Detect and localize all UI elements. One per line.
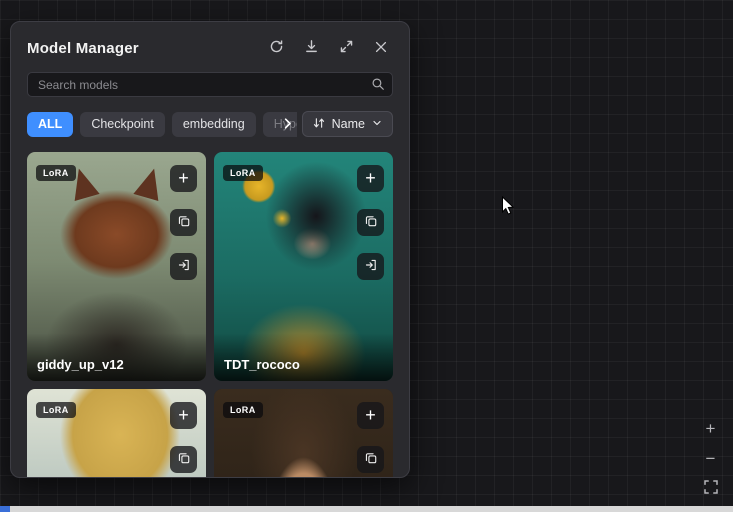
model-grid: LoRA + giddy_up_v12 LoRA + (27, 152, 393, 478)
download-button[interactable] (299, 36, 323, 60)
filter-chip-all[interactable]: ALL (27, 112, 73, 137)
filter-chip-checkpoint[interactable]: Checkpoint (80, 112, 165, 137)
filter-chip-embedding[interactable]: embedding (172, 112, 256, 137)
fit-view-button[interactable] (700, 478, 721, 499)
sort-icon (312, 116, 326, 133)
model-type-badge: LoRA (36, 402, 76, 418)
load-icon (177, 258, 191, 275)
load-icon (364, 258, 378, 275)
sort-dropdown[interactable]: Name (302, 111, 393, 137)
expand-icon (339, 39, 354, 57)
panel-header-actions (264, 36, 393, 60)
panel-header: Model Manager (11, 22, 409, 71)
chevron-down-icon (371, 117, 383, 132)
copy-model-button[interactable] (357, 446, 384, 473)
load-model-button[interactable] (357, 253, 384, 280)
copy-model-button[interactable] (357, 209, 384, 236)
copy-icon (177, 214, 191, 231)
model-type-badge: LoRA (36, 165, 76, 181)
filter-chips: ALL Checkpoint embedding Hype (27, 112, 297, 137)
fit-view-icon (703, 479, 719, 498)
add-model-button[interactable]: + (357, 165, 384, 192)
copy-model-button[interactable] (170, 209, 197, 236)
copy-icon (364, 451, 378, 468)
filter-row: ALL Checkpoint embedding Hype Name (27, 111, 393, 137)
app-canvas[interactable]: Model Manager ALL (0, 0, 733, 512)
mouse-cursor (501, 196, 515, 221)
bottom-edge-strip (0, 506, 733, 512)
chevron-right-icon[interactable] (280, 116, 295, 136)
panel-title: Model Manager (27, 40, 139, 57)
close-button[interactable] (369, 36, 393, 60)
zoom-in-button[interactable]: + (700, 418, 721, 439)
canvas-controls: + − (700, 418, 721, 499)
zoom-out-button[interactable]: − (700, 448, 721, 469)
load-model-button[interactable] (170, 253, 197, 280)
sort-label: Name (332, 117, 365, 131)
download-icon (304, 39, 319, 57)
model-card-row2-left[interactable]: LoRA + (27, 389, 206, 478)
model-card-row2-right[interactable]: LoRA + (214, 389, 393, 478)
expand-button[interactable] (334, 36, 358, 60)
close-icon (374, 40, 388, 57)
search-bar (27, 72, 393, 97)
model-type-badge: LoRA (223, 165, 263, 181)
copy-icon (177, 451, 191, 468)
bottom-edge-accent (0, 506, 10, 512)
copy-icon (364, 214, 378, 231)
add-model-button[interactable]: + (357, 402, 384, 429)
copy-model-button[interactable] (170, 446, 197, 473)
refresh-icon (269, 39, 284, 57)
add-model-button[interactable]: + (170, 165, 197, 192)
model-name: TDT_rococo (214, 333, 393, 381)
add-model-button[interactable]: + (170, 402, 197, 429)
model-name: giddy_up_v12 (27, 333, 206, 381)
search-input[interactable] (27, 72, 393, 97)
model-card-giddy-up[interactable]: LoRA + giddy_up_v12 (27, 152, 206, 381)
model-card-tdt-rococo[interactable]: LoRA + TDT_rococo (214, 152, 393, 381)
refresh-button[interactable] (264, 36, 288, 60)
model-type-badge: LoRA (223, 402, 263, 418)
search-icon (371, 77, 385, 96)
model-manager-panel: Model Manager ALL (10, 21, 410, 478)
